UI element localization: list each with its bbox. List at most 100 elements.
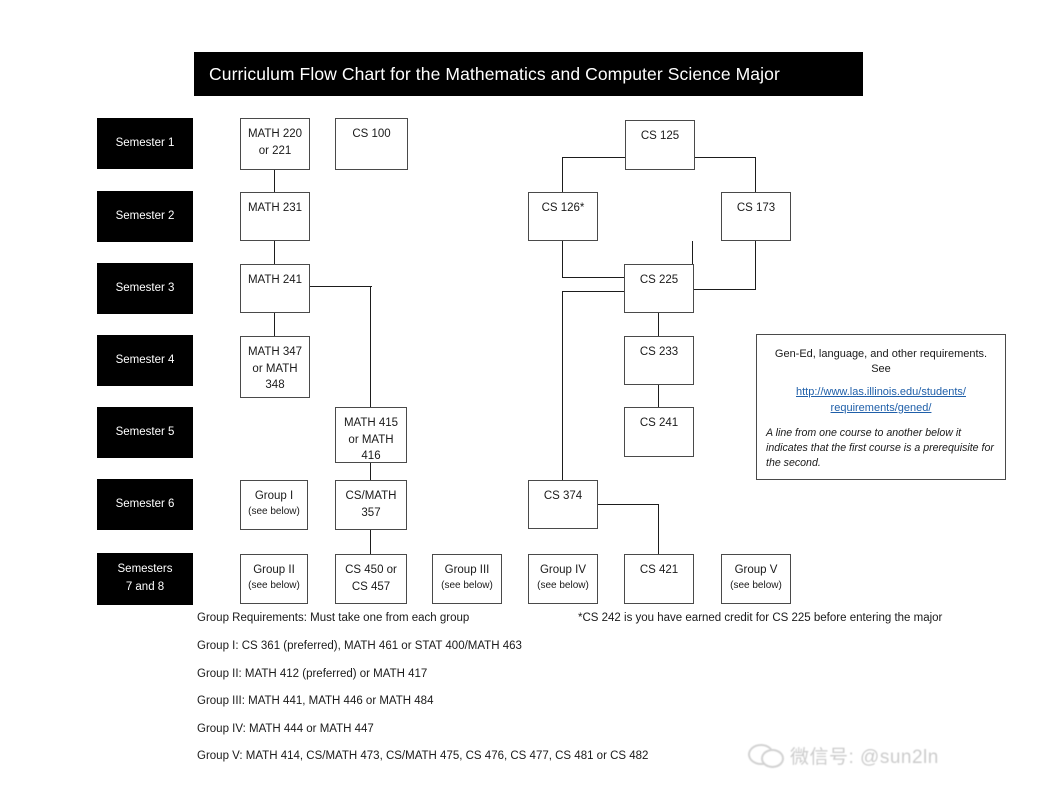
- course-box-cs-450-line2: CS 457: [351, 580, 391, 593]
- connector-csmath357-cs450: [370, 530, 372, 554]
- connector-cs126-cs225-horizontal: [562, 277, 625, 279]
- course-box-csmath-357-line2: 357: [361, 506, 381, 519]
- connector-math415-csmath357: [370, 463, 372, 480]
- course-box-group-1[interactable]: Group I (see below): [240, 480, 308, 530]
- course-box-math-415-line2: or MATH: [348, 433, 394, 446]
- footnote-group-4: Group IV: MATH 444 or MATH 447: [197, 723, 374, 735]
- connector-cs126-cs225-vertical: [562, 241, 564, 278]
- semester-label-4-line1: Semester 4: [115, 353, 175, 366]
- connector-cs173-cs225-horizontal: [691, 289, 756, 291]
- course-box-group-4[interactable]: Group IV (see below): [528, 554, 598, 604]
- course-box-cs-125[interactable]: CS 125: [625, 120, 695, 170]
- course-box-cs-126-line1: CS 126*: [541, 202, 585, 214]
- course-box-cs-125-line1: CS 125: [640, 130, 680, 142]
- connector-cs225-cs374-horizontal: [562, 291, 625, 293]
- footnote-group-5: Group V: MATH 414, CS/MATH 473, CS/MATH …: [197, 750, 649, 762]
- connector-cs125-cs126-vertical: [562, 157, 564, 193]
- course-box-math-220[interactable]: MATH 220 or 221: [240, 118, 310, 170]
- course-box-cs-233-line1: CS 233: [639, 346, 679, 358]
- course-box-cs-233[interactable]: CS 233: [624, 336, 694, 385]
- course-box-cs-374[interactable]: CS 374: [528, 480, 598, 529]
- course-box-cs-241[interactable]: CS 241: [624, 407, 694, 457]
- connector-math220-math231: [274, 170, 276, 192]
- course-box-cs-421[interactable]: CS 421: [624, 554, 694, 604]
- course-box-group-5-line2: (see below): [730, 579, 782, 591]
- course-box-cs-126[interactable]: CS 126*: [528, 192, 598, 241]
- semester-label-7-8-line1: Semesters: [117, 563, 173, 576]
- wechat-bubbles-icon: [748, 742, 784, 768]
- course-box-csmath-357[interactable]: CS/MATH 357: [335, 480, 407, 530]
- course-box-math-231-line1: MATH 231: [247, 202, 303, 214]
- course-box-group-4-line2: (see below): [537, 579, 589, 591]
- course-box-group-2-line2: (see below): [248, 579, 300, 591]
- connector-cs374-cs421-horizontal: [597, 504, 659, 506]
- connector-cs225-cs233: [658, 313, 660, 336]
- course-box-math-347-line3: 348: [265, 379, 285, 392]
- course-box-group-3[interactable]: Group III (see below): [432, 554, 502, 604]
- semester-label-6-line1: Semester 6: [115, 497, 175, 510]
- course-box-group-5-line1: Group V: [734, 564, 778, 576]
- connector-cs173-cs225-down: [755, 241, 757, 290]
- connector-math241-math415-horizontal: [310, 286, 372, 288]
- course-box-math-415-line3: 416: [361, 450, 381, 463]
- page-title: Curriculum Flow Chart for the Mathematic…: [209, 63, 780, 84]
- gened-note-intro: Gen-Ed, language, and other requirements…: [774, 348, 988, 376]
- gened-requirements-link-line2[interactable]: requirements/gened/: [766, 401, 996, 417]
- connector-cs125-cs173-vertical: [755, 157, 757, 193]
- course-box-group-2[interactable]: Group II (see below): [240, 554, 308, 604]
- semester-label-1: Semester 1: [97, 118, 193, 169]
- semester-label-3: Semester 3: [97, 263, 193, 314]
- course-box-cs-450[interactable]: CS 450 or CS 457: [335, 554, 407, 604]
- footnote-group-requirements: Group Requirements: Must take one from e…: [197, 612, 470, 624]
- gened-requirements-link[interactable]: http://www.las.illinois.edu/students/: [766, 385, 996, 401]
- semester-label-7-8: Semesters 7 and 8: [97, 553, 193, 605]
- course-box-cs-421-line1: CS 421: [639, 564, 679, 576]
- semester-label-7-8-line2: 7 and 8: [125, 581, 165, 593]
- connector-cs225-cs374-vertical: [562, 291, 564, 480]
- course-box-group-1-line1: Group I: [254, 490, 294, 502]
- course-box-math-220-line1: MATH 220: [247, 128, 303, 140]
- page-title-banner: Curriculum Flow Chart for the Mathematic…: [194, 52, 863, 96]
- semester-label-2: Semester 2: [97, 191, 193, 242]
- connector-cs233-cs241: [658, 385, 660, 407]
- course-box-group-2-line1: Group II: [253, 564, 295, 576]
- course-box-cs-100[interactable]: CS 100: [335, 118, 408, 170]
- gened-note-box: Gen-Ed, language, and other requirements…: [756, 334, 1006, 480]
- course-box-math-347-line2: or MATH: [252, 362, 298, 375]
- connector-math241-math415-vertical: [370, 286, 372, 407]
- course-box-group-3-line2: (see below): [441, 579, 493, 591]
- course-box-math-220-line2: or 221: [258, 144, 292, 157]
- course-box-cs-450-line1: CS 450 or: [345, 564, 397, 576]
- course-box-group-4-line1: Group IV: [539, 564, 587, 576]
- semester-label-4: Semester 4: [97, 335, 193, 386]
- course-box-cs-100-line1: CS 100: [352, 128, 391, 140]
- course-box-cs-225-line1: CS 225: [639, 274, 679, 286]
- course-box-cs-241-line1: CS 241: [639, 417, 679, 429]
- course-box-math-241-line1: MATH 241: [247, 274, 303, 286]
- connector-math231-math241: [274, 241, 276, 264]
- semester-label-6: Semester 6: [97, 479, 193, 530]
- connector-cs125-cs173-horizontal: [694, 157, 756, 159]
- course-box-cs-173-line1: CS 173: [736, 202, 776, 214]
- course-box-math-415[interactable]: MATH 415 or MATH 416: [335, 407, 407, 463]
- course-box-cs-225[interactable]: CS 225: [624, 264, 694, 313]
- course-box-group-3-line1: Group III: [444, 564, 490, 576]
- course-box-group-5[interactable]: Group V (see below): [721, 554, 791, 604]
- course-box-math-347[interactable]: MATH 347 or MATH 348: [240, 336, 310, 398]
- course-box-math-415-line1: MATH 415: [343, 417, 399, 429]
- footnote-group-3: Group III: MATH 441, MATH 446 or MATH 48…: [197, 695, 434, 707]
- watermark: 微信号: @sun2ln: [748, 733, 1028, 777]
- flowchart-page: Curriculum Flow Chart for the Mathematic…: [0, 0, 1059, 794]
- course-box-math-231[interactable]: MATH 231: [240, 192, 310, 241]
- watermark-text: 微信号: @sun2ln: [790, 746, 939, 768]
- course-box-math-347-line1: MATH 347: [247, 346, 303, 358]
- footnote-asterisk-cs242: *CS 242 is you have earned credit for CS…: [578, 612, 943, 624]
- prerequisite-explanation: A line from one course to another below …: [766, 426, 994, 469]
- course-box-cs-173[interactable]: CS 173: [721, 192, 791, 241]
- footnote-group-2: Group II: MATH 412 (preferred) or MATH 4…: [197, 668, 428, 680]
- course-box-math-241[interactable]: MATH 241: [240, 264, 310, 313]
- semester-label-2-line1: Semester 2: [115, 209, 175, 222]
- footnote-group-1: Group I: CS 361 (preferred), MATH 461 or…: [197, 640, 522, 652]
- semester-label-5: Semester 5: [97, 407, 193, 458]
- semester-label-1-line1: Semester 1: [115, 136, 175, 149]
